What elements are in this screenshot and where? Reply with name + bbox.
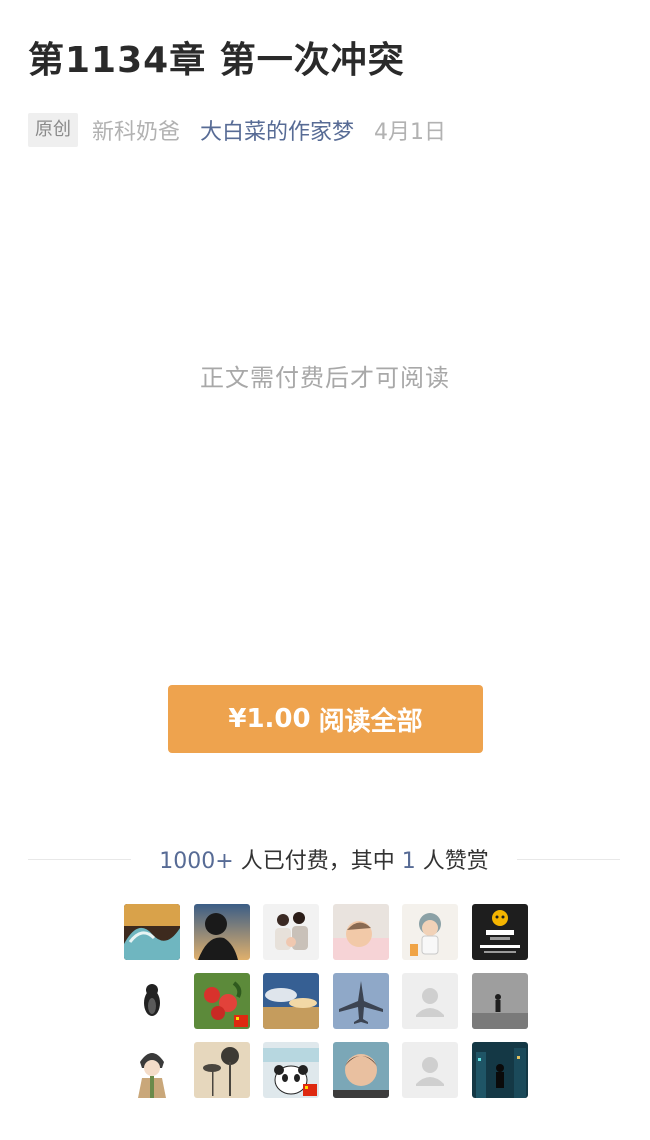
avatar-default-placeholder[interactable]	[402, 973, 458, 1029]
reward-count: 1	[401, 849, 416, 874]
china-flag-icon	[233, 1015, 248, 1027]
avatar-silhouette-sunset[interactable]	[193, 904, 250, 960]
divider-left	[28, 858, 132, 860]
avatar-red-fruit-flag[interactable]	[193, 973, 250, 1029]
read-all-label: 阅读全部	[318, 706, 423, 737]
avatar-penguin-figure[interactable]	[124, 973, 180, 1029]
avatar-default-placeholder-2[interactable]	[402, 1042, 458, 1098]
avatar-cartoon-child[interactable]	[402, 904, 458, 960]
avatar-anime-character[interactable]	[124, 1042, 180, 1098]
avatar-panda-flag[interactable]	[263, 1042, 319, 1098]
avatar-wave-art[interactable]	[124, 904, 180, 960]
author-name: 新科奶爸	[92, 120, 181, 145]
avatar-ink-lotus[interactable]	[193, 1042, 250, 1098]
avatar-dark-figure-gray[interactable]	[471, 973, 528, 1029]
article-title: 第1134章 第一次冲突	[28, 40, 405, 81]
avatar-baby-sleeping[interactable]	[332, 904, 389, 960]
price-label: ¥1.00	[228, 704, 311, 734]
avatar-night-city-figure[interactable]	[471, 1042, 528, 1098]
avatar-suning-logo[interactable]	[471, 904, 528, 960]
payer-avatar-grid	[124, 904, 528, 1098]
paywall-notice: 正文需付费后才可阅读	[200, 364, 450, 392]
china-flag-icon	[303, 1084, 317, 1096]
article-meta: 原创 新科奶爸 大白菜的作家梦 4月1日	[28, 112, 446, 148]
payment-stats: 1000+ 人已付费，其中 1 人赞赏	[28, 843, 621, 875]
publish-date: 4月1日	[374, 120, 447, 145]
account-link[interactable]: 大白菜的作家梦	[200, 114, 354, 146]
paid-text: 人已付费，其中	[240, 849, 395, 874]
reward-text: 人赞赏	[422, 849, 489, 874]
stats-text[interactable]: 1000+ 人已付费，其中 1 人赞赏	[131, 843, 516, 875]
original-badge: 原创	[28, 113, 78, 147]
avatar-kid-portrait[interactable]	[332, 1042, 389, 1098]
paid-count: 1000+	[159, 849, 234, 874]
divider-right	[516, 858, 621, 860]
avatar-family-photo[interactable]	[263, 904, 319, 960]
pay-read-all-button[interactable]: ¥1.00 阅读全部	[168, 685, 483, 753]
avatar-cloudy-sky[interactable]	[263, 973, 319, 1029]
avatar-jet-plane[interactable]	[332, 973, 389, 1029]
